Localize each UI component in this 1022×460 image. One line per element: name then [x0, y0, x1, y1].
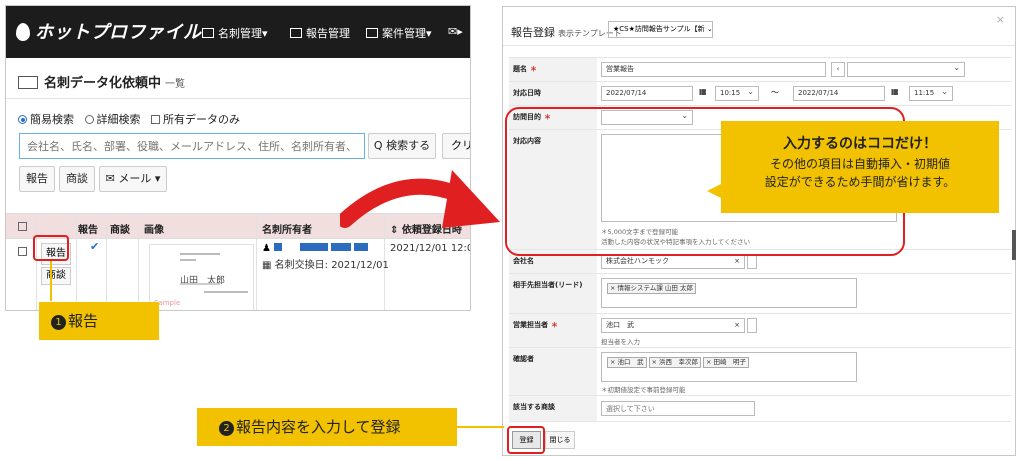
input-note-callout: 入力するのはココだけ！ その他の項目は自動挿入・初期値 設定ができるため手間が省け…: [721, 121, 999, 213]
sales-hint: 担当者を入力: [601, 338, 640, 346]
field-sales-rep: 営業担当者＊ 池口 武 × 担当者を入力: [509, 313, 1011, 347]
dropdown-icon[interactable]: [747, 254, 757, 269]
page-subtitle: 一覧: [165, 79, 186, 90]
counterpart-tag[interactable]: × 情報システム課 山田 太郎: [607, 283, 696, 294]
select-all-checkbox[interactable]: [18, 222, 27, 231]
clear-button[interactable]: クリ: [442, 133, 470, 159]
scrollbar[interactable]: [1012, 230, 1016, 260]
briefcase-icon: [366, 28, 378, 38]
callout-connector: [457, 426, 504, 428]
curved-arrow-icon: [340, 170, 500, 228]
template-select[interactable]: ★CS★訪問報告サンプル【新 ⌄: [608, 21, 713, 38]
field-label: 確認者: [509, 348, 597, 395]
date-to-input[interactable]: 2022/07/14: [793, 86, 885, 101]
row-deal-button[interactable]: 商談: [41, 267, 71, 285]
subject-select[interactable]: [847, 62, 965, 77]
search-input[interactable]: [19, 133, 365, 159]
confirmer-input[interactable]: × 池口 武 × 浜西 幸次郎 × 田崎 明子: [601, 352, 857, 382]
field-counterpart: 相手先担当者(リード) × 情報システム課 山田 太郎: [509, 273, 1011, 313]
close-button[interactable]: 閉じる: [545, 431, 575, 449]
divider: [503, 45, 1015, 46]
page-title: 名刺データ化依頼中 一覧: [18, 72, 185, 91]
card-icon: [202, 28, 214, 38]
nav-card-management[interactable]: 名刺管理▾: [202, 25, 268, 41]
calendar-icon[interactable]: ▦: [699, 87, 707, 96]
instruction-graphic: { "left": { "brand": "ホットプロファイル", "nav":…: [0, 0, 1022, 460]
confirmer-tag[interactable]: × 浜西 幸次郎: [648, 357, 702, 368]
field-label: 該当する商談: [509, 396, 597, 421]
row-checkbox[interactable]: [18, 247, 27, 256]
confirmer-tag[interactable]: × 田崎 明子: [703, 357, 750, 368]
report-button-highlight: [33, 235, 69, 261]
step-number-2: 2: [219, 421, 234, 436]
deal-action-button[interactable]: 商談: [59, 166, 95, 192]
company-select[interactable]: 株式会社ハンモック ×: [601, 254, 745, 269]
search-mode-options: 簡易検索 詳細検索 所有データのみ: [18, 111, 240, 127]
field-label: 題名＊: [509, 58, 597, 81]
step-number-1: 1: [51, 315, 66, 330]
step1-callout: 1 報告: [39, 302, 159, 340]
calendar-icon[interactable]: ▦: [891, 87, 899, 96]
chevron-left-icon[interactable]: ‹: [831, 62, 845, 77]
nav-deal-management[interactable]: 案件管理▾: [366, 25, 432, 41]
check-icon: ✔: [90, 240, 100, 253]
note-body: その他の項目は自動挿入・初期値 設定ができるため手間が省けます。: [764, 157, 956, 189]
field-label: 相手先担当者(リード): [509, 274, 597, 313]
field-subject: 題名＊ 営業報告 ‹: [509, 57, 1011, 81]
sales-rep-select[interactable]: 池口 武 ×: [601, 318, 745, 333]
divider: [6, 98, 470, 99]
card-list-icon: [18, 76, 38, 89]
dropdown-icon[interactable]: [747, 318, 757, 333]
divider: [509, 421, 1011, 422]
clear-icon: ×: [734, 257, 740, 265]
counterpart-input[interactable]: × 情報システム課 山田 太郎: [601, 278, 857, 308]
business-card-image[interactable]: 山田 太郎 Sample: [149, 244, 254, 310]
modal-title: 報告登録 表示テンプレート: [511, 26, 622, 39]
detail-search-radio[interactable]: [84, 115, 94, 124]
top-navbar: ホットプロファイル 名刺管理▾ 報告管理 案件管理▾ ✉▸: [6, 6, 470, 58]
time-to-select[interactable]: 11:15: [909, 86, 953, 101]
related-deal-input[interactable]: [601, 401, 755, 416]
field-related-deal: 該当する商談: [509, 395, 1011, 421]
report-register-modal: 報告登録 表示テンプレート ★CS★訪問報告サンプル【新 ⌄ × 題名＊ 営業報告…: [502, 6, 1016, 456]
col-image: 画像: [144, 225, 164, 236]
brand-name: ホットプロファイル: [35, 22, 202, 43]
confirmer-tag[interactable]: × 池口 武: [607, 357, 647, 368]
col-report: 報告: [78, 225, 98, 236]
edit-icon: [290, 28, 302, 38]
field-label: 営業担当者＊: [509, 314, 597, 347]
range-separator: 〜: [771, 88, 779, 97]
business-card-list-screen: ホットプロファイル 名刺管理▾ 報告管理 案件管理▾ ✉▸ 名刺データ化依頼中一…: [5, 5, 471, 311]
clear-icon: ×: [734, 321, 740, 329]
col-deal: 商談: [110, 225, 130, 236]
col-card-owner: 名刺所有者: [262, 225, 312, 236]
simple-search-radio[interactable]: [18, 115, 27, 124]
close-icon[interactable]: ×: [996, 13, 1005, 26]
nav-mail[interactable]: ✉▸: [448, 25, 463, 38]
owned-only-checkbox[interactable]: [151, 115, 160, 124]
date-from-input[interactable]: 2022/07/14: [601, 86, 693, 101]
calendar-icon: ▦: [262, 260, 275, 271]
step2-callout: 2 報告内容を入力して登録: [197, 408, 457, 446]
report-action-button[interactable]: 報告: [19, 166, 55, 192]
nav-report-management[interactable]: 報告管理: [290, 25, 350, 41]
note-title: 入力するのはココだけ！: [783, 136, 937, 152]
time-from-select[interactable]: 10:15: [715, 86, 759, 101]
flame-icon: [16, 23, 30, 41]
confirmer-hint: ＊初期値設定で事前登録可能: [601, 386, 686, 394]
mail-action-button[interactable]: ✉ メール ▾: [99, 166, 167, 192]
field-label: 対応日時: [509, 82, 597, 105]
app-logo[interactable]: ホットプロファイル: [16, 18, 202, 44]
subject-input[interactable]: 営業報告: [601, 62, 826, 77]
field-datetime: 対応日時 2022/07/14 ▦ 10:15 〜 2022/07/14 ▦ 1…: [509, 81, 1011, 105]
search-button[interactable]: Q 検索する: [368, 133, 436, 159]
field-confirmer: 確認者 × 池口 武 × 浜西 幸次郎 × 田崎 明子 ＊初期値設定で事前登録可能: [509, 347, 1011, 395]
callout-connector: [50, 261, 52, 301]
user-icon: ♟: [262, 243, 271, 254]
register-button-highlight: [507, 426, 545, 454]
